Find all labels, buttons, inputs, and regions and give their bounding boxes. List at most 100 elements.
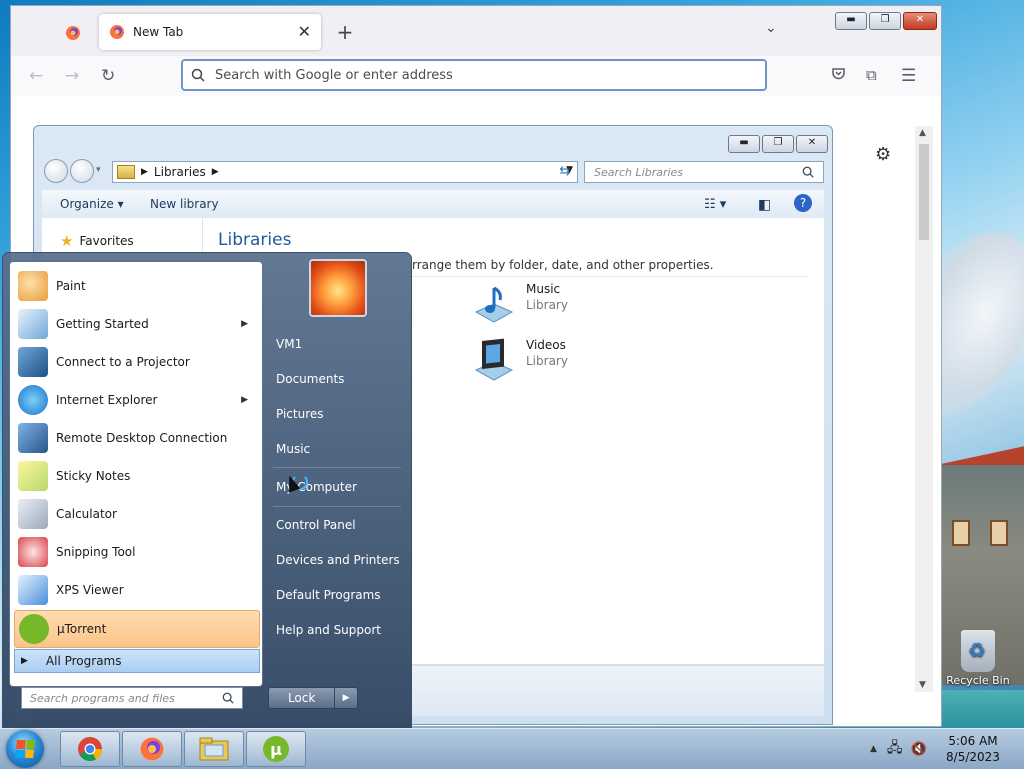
divider (273, 506, 401, 507)
view-options-icon[interactable]: ☷ ▾ (704, 197, 726, 212)
preview-pane-icon[interactable]: ◧ (758, 197, 771, 213)
start-place-item[interactable]: Default Programs (276, 588, 381, 602)
back-arrow-icon[interactable]: ← (29, 66, 43, 86)
firefox-icon (140, 737, 164, 761)
back-button[interactable] (44, 159, 68, 183)
back-forward-buttons: ▾ (44, 159, 101, 183)
pocket-icon[interactable] (831, 66, 846, 85)
shutdown-options-icon[interactable]: ▶ (335, 688, 357, 708)
forward-arrow-icon[interactable]: → (65, 66, 79, 86)
program-item[interactable]: Sticky Notes (14, 458, 258, 494)
utorrent-icon: µ (263, 736, 289, 762)
start-place-item[interactable]: Pictures (276, 407, 324, 421)
program-item[interactable]: µTorrent (14, 610, 260, 648)
program-label: Snipping Tool (56, 545, 136, 559)
new-library-button[interactable]: New library (150, 197, 219, 211)
start-place-item[interactable]: Control Panel (276, 518, 356, 532)
minimize-icon[interactable]: ▬ (728, 135, 760, 153)
lock-button[interactable]: Lock ▶ (268, 687, 358, 709)
close-tab-icon[interactable]: ✕ (298, 22, 311, 41)
library-name: Videos (526, 338, 566, 352)
organize-button[interactable]: Organize ▾ (60, 197, 124, 211)
tab-bar: New Tab ✕ + ⌄ ▬ ❐ ✕ (11, 6, 941, 56)
breadcrumb[interactable]: Libraries (154, 165, 206, 179)
program-item[interactable]: XPS Viewer (14, 572, 258, 608)
library-item-videos[interactable]: Videos Library (472, 338, 568, 382)
window-controls: ▬ ❐ ✕ (835, 12, 937, 30)
start-place-item[interactable]: Documents (276, 372, 344, 386)
scrollbar-thumb[interactable] (919, 144, 929, 240)
chevron-right-icon[interactable]: ▶ (212, 167, 219, 177)
chevron-right-icon[interactable]: ▶ (141, 167, 148, 177)
maximize-icon[interactable]: ❐ (869, 12, 901, 30)
program-label: Remote Desktop Connection (56, 431, 228, 445)
program-label: Connect to a Projector (56, 355, 190, 369)
calculator-icon (18, 499, 48, 529)
clock-date: 8/5/2023 (946, 750, 1000, 764)
wallpaper-window (952, 520, 970, 546)
gear-icon[interactable]: ⚙ (875, 144, 891, 165)
start-place-item[interactable]: Devices and Printers (276, 553, 400, 567)
libraries-search-input[interactable] (592, 164, 802, 180)
user-picture[interactable] (309, 259, 367, 317)
start-place-item[interactable]: Music (276, 442, 310, 456)
maximize-icon[interactable]: ❐ (762, 135, 794, 153)
taskbar-chrome[interactable] (60, 731, 120, 767)
menu-icon[interactable]: ☰ (901, 66, 916, 86)
all-programs-button[interactable]: ▶ All Programs (14, 649, 260, 673)
program-item[interactable]: Getting Started ▶ (14, 306, 258, 342)
start-search-box[interactable] (21, 687, 243, 709)
show-hidden-icons[interactable]: ▲ (870, 744, 877, 754)
taskbar-explorer[interactable] (184, 731, 244, 767)
recent-pages-icon[interactable]: ▾ (96, 165, 101, 183)
chevron-down-icon[interactable]: ⌄ (765, 20, 777, 36)
tab-new-tab[interactable]: New Tab ✕ (99, 14, 321, 50)
program-item[interactable]: Connect to a Projector (14, 344, 258, 380)
program-item[interactable]: Internet Explorer ▶ (14, 382, 258, 418)
address-bar[interactable] (181, 59, 767, 91)
help-icon[interactable]: ? (794, 194, 812, 212)
new-tab-icon[interactable]: + (333, 20, 357, 44)
clock[interactable]: 5:06 AM 8/5/2023 (940, 733, 1006, 765)
program-item[interactable]: Paint (14, 268, 258, 304)
refresh-icon[interactable]: ⇆ (554, 161, 576, 183)
program-label: Paint (56, 279, 86, 293)
program-item[interactable]: Snipping Tool (14, 534, 258, 570)
minimize-icon[interactable]: ▬ (835, 12, 867, 30)
divider (273, 467, 401, 468)
program-label: Getting Started (56, 317, 149, 331)
nav-favorites[interactable]: ★ Favorites (60, 232, 134, 250)
firefox-icon (66, 26, 80, 40)
program-item[interactable]: Calculator (14, 496, 258, 532)
libraries-description: rrange them by folder, date, and other p… (412, 258, 714, 272)
explorer-address-bar[interactable]: ▶ Libraries ▶ ▼ (112, 161, 578, 183)
start-place-item[interactable]: VM1 (276, 337, 302, 351)
reload-icon[interactable]: ↻ (101, 66, 115, 86)
extensions-icon[interactable]: ⧉ (866, 66, 877, 84)
network-icon[interactable]: 🖧 (887, 737, 903, 761)
scroll-down-icon[interactable]: ▼ (919, 680, 926, 690)
start-place-item[interactable]: Help and Support (276, 623, 381, 637)
close-icon[interactable]: ✕ (903, 12, 937, 30)
scroll-up-icon[interactable]: ▲ (919, 128, 926, 138)
programs-pane: Paint Getting Started ▶ Connect to a Projec… (9, 261, 263, 687)
recycle-bin-icon (961, 630, 995, 672)
libraries-search[interactable] (584, 161, 824, 183)
start-button[interactable] (6, 730, 44, 768)
forward-button[interactable] (70, 159, 94, 183)
recycle-bin[interactable]: Recycle Bin (940, 630, 1016, 687)
program-item[interactable]: Remote Desktop Connection (14, 420, 258, 456)
page-scrollbar[interactable]: ▲ ▼ (915, 126, 933, 692)
firefox-tab[interactable] (55, 18, 91, 48)
music-library-icon (474, 286, 514, 323)
start-search-input[interactable] (28, 690, 222, 706)
explorer-toolbar: Organize ▾ New library ☷ ▾ ◧ ? (42, 190, 824, 219)
taskbar-firefox[interactable] (122, 731, 182, 767)
volume-muted-icon[interactable]: 🔇 (911, 742, 927, 757)
address-input[interactable] (213, 66, 737, 84)
close-icon[interactable]: ✕ (796, 135, 828, 153)
taskbar-utorrent[interactable]: µ (246, 731, 306, 767)
firefox-icon (110, 25, 124, 39)
library-item-music[interactable]: Music Library (472, 282, 568, 326)
search-icon (802, 166, 814, 178)
